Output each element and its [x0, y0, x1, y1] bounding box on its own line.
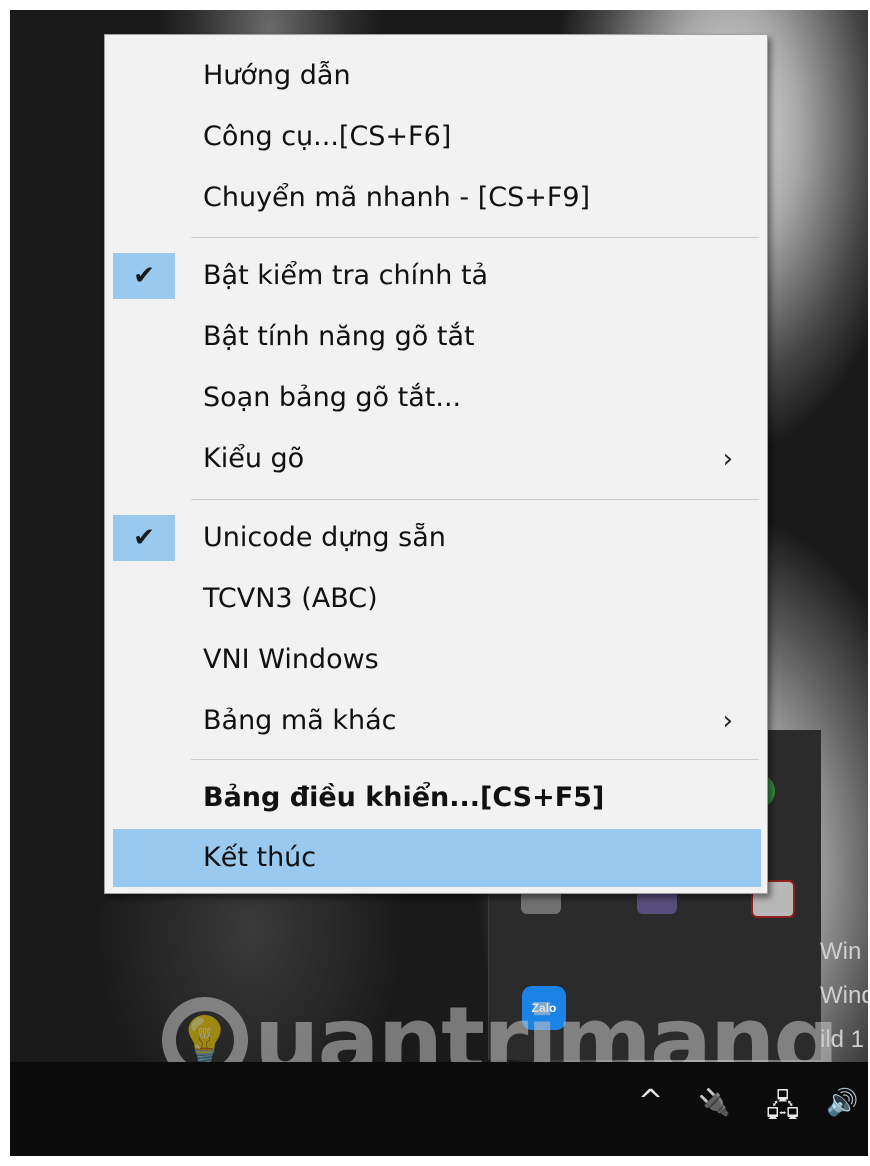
- menu-item-label: VNI Windows: [203, 644, 379, 675]
- unikey-context-menu: Hướng dẫn Công cụ...[CS+F6] Chuyển mã nh…: [104, 34, 768, 894]
- menu-item-cong-cu[interactable]: Công cụ...[CS+F6]: [113, 108, 761, 166]
- activation-line-2: Wind: [820, 982, 868, 1009]
- network-icon[interactable]: 🖧: [766, 1084, 799, 1135]
- menu-item-label: Bật tính năng gõ tắt: [203, 321, 475, 352]
- menu-item-kiem-tra-chinh-ta[interactable]: ✔ Bật kiểm tra chính tả: [113, 247, 761, 305]
- activation-line-1: Win: [820, 938, 862, 965]
- menu-item-kieu-go[interactable]: Kiểu gõ ›: [113, 430, 761, 488]
- menu-item-label: Kiểu gõ: [203, 443, 305, 474]
- windows-activation-text: Win Wind ild 1: [820, 930, 868, 1062]
- menu-item-label: TCVN3 (ABC): [203, 583, 378, 614]
- menu-item-label: Kết thúc: [203, 842, 317, 873]
- zalo-tray-icon[interactable]: Zalo: [522, 986, 566, 1030]
- menu-item-bang-ma-khac[interactable]: Bảng mã khác ›: [113, 692, 761, 750]
- menu-item-unicode-dung-san[interactable]: ✔ Unicode dựng sẵn: [113, 509, 761, 567]
- menu-item-label: Chuyển mã nhanh - [CS+F9]: [203, 182, 591, 213]
- menu-item-label: Soạn bảng gõ tắt...: [203, 382, 462, 413]
- menu-item-vni-windows[interactable]: VNI Windows: [113, 631, 761, 689]
- chevron-right-icon: ›: [722, 706, 733, 736]
- desktop-background: Zalo Win Wind ild 1 💡 uantrimang ^ 🔌 🖧 🔊…: [10, 10, 868, 1156]
- menu-separator: [191, 237, 759, 238]
- chevron-right-icon: ›: [722, 444, 733, 474]
- menu-item-soan-bang-go-tat[interactable]: Soạn bảng gõ tắt...: [113, 369, 761, 427]
- menu-item-label: Bảng mã khác: [203, 705, 397, 736]
- menu-item-go-tat[interactable]: Bật tính năng gõ tắt: [113, 308, 761, 366]
- taskbar: ^ 🔌 🖧 🔊: [10, 1062, 868, 1156]
- menu-separator: [191, 759, 759, 760]
- show-hidden-icons-icon[interactable]: ^: [638, 1084, 663, 1119]
- power-icon[interactable]: 🔌: [698, 1088, 730, 1118]
- menu-item-chuyen-ma-nhanh[interactable]: Chuyển mã nhanh - [CS+F9]: [113, 169, 761, 227]
- menu-item-label: Unicode dựng sẵn: [203, 522, 446, 553]
- menu-item-label: Công cụ...[CS+F6]: [203, 121, 452, 152]
- activation-line-3: ild 1: [820, 1026, 865, 1053]
- menu-item-label: Bật kiểm tra chính tả: [203, 260, 489, 291]
- menu-item-tcvn3[interactable]: TCVN3 (ABC): [113, 570, 761, 628]
- menu-item-label: Bảng điều khiển...[CS+F5]: [203, 782, 605, 813]
- menu-item-ket-thuc[interactable]: Kết thúc: [113, 829, 761, 887]
- checkmark-icon: ✔: [113, 515, 175, 561]
- menu-separator: [191, 499, 759, 500]
- checkmark-icon: ✔: [113, 253, 175, 299]
- menu-item-huong-dan[interactable]: Hướng dẫn: [113, 47, 761, 105]
- volume-icon[interactable]: 🔊: [826, 1088, 858, 1118]
- menu-item-label: Hướng dẫn: [203, 60, 351, 91]
- menu-item-bang-dieu-khien[interactable]: Bảng điều khiển...[CS+F5]: [113, 769, 761, 827]
- zalo-label: Zalo: [531, 1001, 557, 1015]
